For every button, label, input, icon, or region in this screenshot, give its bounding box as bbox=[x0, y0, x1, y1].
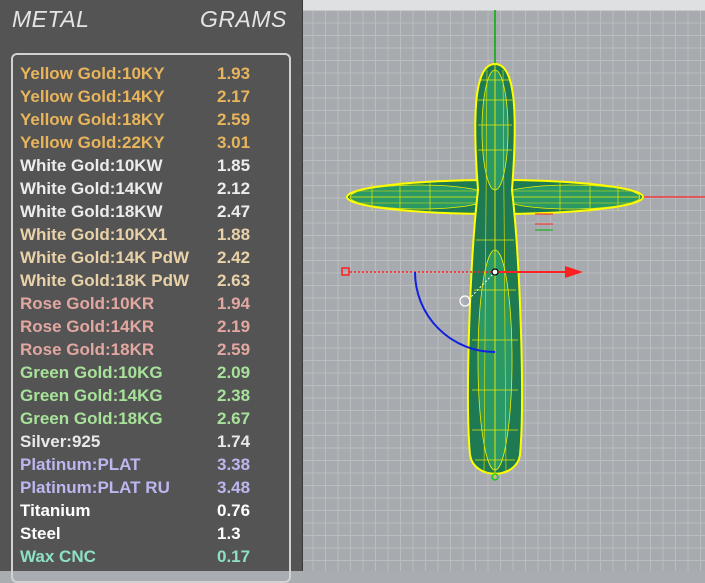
metal-name: White Gold:14K PdW bbox=[20, 248, 190, 267]
metal-name: Platinum:PLAT RU bbox=[20, 478, 170, 497]
metal-name: Yellow Gold:14KY bbox=[20, 87, 165, 106]
x-move-arrow-icon[interactable] bbox=[565, 266, 583, 278]
metal-row[interactable]: Green Gold:10KG 2.09 bbox=[20, 361, 290, 384]
metal-name: White Gold:10KW bbox=[20, 156, 163, 175]
metal-row[interactable]: Wax CNC 0.17 bbox=[20, 545, 290, 568]
metal-grams: 2.12 bbox=[217, 179, 251, 198]
metal-grams: 1.94 bbox=[217, 294, 251, 313]
metal-grams: 1.3 bbox=[217, 524, 241, 543]
metal-row[interactable]: Silver:925 1.74 bbox=[20, 430, 290, 453]
gumball-widget[interactable] bbox=[341, 266, 583, 353]
metal-grams: 1.85 bbox=[217, 156, 251, 175]
metal-row[interactable]: Rose Gold:14KR 2.19 bbox=[20, 315, 290, 338]
metal-name: Rose Gold:10KR bbox=[20, 294, 155, 313]
metal-grams: 2.47 bbox=[217, 202, 251, 221]
metal-grams: 2.59 bbox=[217, 110, 251, 129]
metal-row[interactable]: Green Gold:18KG 2.67 bbox=[20, 407, 290, 430]
metal-name: Rose Gold:18KR bbox=[20, 340, 155, 359]
metal-grams: 2.17 bbox=[217, 87, 251, 106]
free-move-handle[interactable] bbox=[459, 295, 471, 307]
metal-grams: 2.42 bbox=[217, 248, 251, 267]
metal-grams: 1.93 bbox=[217, 64, 251, 83]
metal-grams: 1.88 bbox=[217, 225, 251, 244]
metal-name: Silver:925 bbox=[20, 432, 101, 451]
metal-row[interactable]: White Gold:18KW 2.47 bbox=[20, 200, 290, 223]
metal-name: Yellow Gold:22KY bbox=[20, 133, 165, 152]
metal-name: Green Gold:10KG bbox=[20, 363, 163, 382]
metal-row[interactable]: Green Gold:14KG 2.38 bbox=[20, 384, 290, 407]
metal-name: Steel bbox=[20, 524, 61, 543]
metal-grams: 2.59 bbox=[217, 340, 251, 359]
metal-column-header: METAL bbox=[12, 6, 90, 32]
gumball-center[interactable] bbox=[491, 268, 499, 276]
metal-row[interactable]: Yellow Gold:22KY 3.01 bbox=[20, 131, 290, 154]
metal-grams: 1.74 bbox=[217, 432, 251, 451]
grams-column-header: GRAMS bbox=[200, 6, 287, 32]
metal-row[interactable]: White Gold:18K PdW 2.63 bbox=[20, 269, 290, 292]
metal-row[interactable]: Yellow Gold:18KY 2.59 bbox=[20, 108, 290, 131]
metal-row[interactable]: Rose Gold:18KR 2.59 bbox=[20, 338, 290, 361]
metal-grams: 0.17 bbox=[217, 547, 251, 566]
metal-row[interactable]: White Gold:10KX1 1.88 bbox=[20, 223, 290, 246]
metal-grams: 2.38 bbox=[217, 386, 251, 405]
metal-row[interactable]: Yellow Gold:14KY 2.17 bbox=[20, 85, 290, 108]
metal-grams: 2.63 bbox=[217, 271, 251, 290]
metal-name: Platinum:PLAT bbox=[20, 455, 141, 474]
metal-row[interactable]: White Gold:10KW 1.85 bbox=[20, 154, 290, 177]
metal-grams: 3.38 bbox=[217, 455, 251, 474]
metal-row[interactable]: Rose Gold:10KR 1.94 bbox=[20, 292, 290, 315]
metal-name: White Gold:10KX1 bbox=[20, 225, 168, 244]
metal-grams: 3.48 bbox=[217, 478, 251, 497]
origin-marker-icon bbox=[535, 213, 553, 231]
metal-name: Rose Gold:14KR bbox=[20, 317, 155, 336]
metal-name: Green Gold:18KG bbox=[20, 409, 163, 428]
metal-grams: 2.67 bbox=[217, 409, 251, 428]
metal-row[interactable]: Steel 1.3 bbox=[20, 522, 290, 545]
metal-name: Yellow Gold:18KY bbox=[20, 110, 165, 129]
metal-row[interactable]: Yellow Gold:10KY 1.93 bbox=[20, 62, 290, 85]
metal-grams: 2.09 bbox=[217, 363, 251, 382]
metal-weight-panel: METAL GRAMS Yellow Gold:10KY 1.93 Yellow G… bbox=[0, 0, 303, 583]
metal-name: White Gold:18KW bbox=[20, 202, 163, 221]
metal-name: White Gold:14KW bbox=[20, 179, 163, 198]
x-scale-handle[interactable] bbox=[341, 267, 350, 276]
metal-row[interactable]: Platinum:PLAT RU 3.48 bbox=[20, 476, 290, 499]
metal-name: Yellow Gold:10KY bbox=[20, 64, 165, 83]
metal-row[interactable]: Platinum:PLAT 3.38 bbox=[20, 453, 290, 476]
metal-grams: 2.19 bbox=[217, 317, 251, 336]
metal-grams: 3.01 bbox=[217, 133, 251, 152]
metal-row[interactable]: White Gold:14K PdW 2.42 bbox=[20, 246, 290, 269]
metal-name: White Gold:18K PdW bbox=[20, 271, 190, 290]
metal-name: Wax CNC bbox=[20, 547, 96, 566]
metal-row[interactable]: White Gold:14KW 2.12 bbox=[20, 177, 290, 200]
metal-name: Titanium bbox=[20, 501, 91, 520]
metal-row[interactable]: Titanium 0.76 bbox=[20, 499, 290, 522]
metal-grams: 0.76 bbox=[217, 501, 251, 520]
metal-name: Green Gold:14KG bbox=[20, 386, 163, 405]
